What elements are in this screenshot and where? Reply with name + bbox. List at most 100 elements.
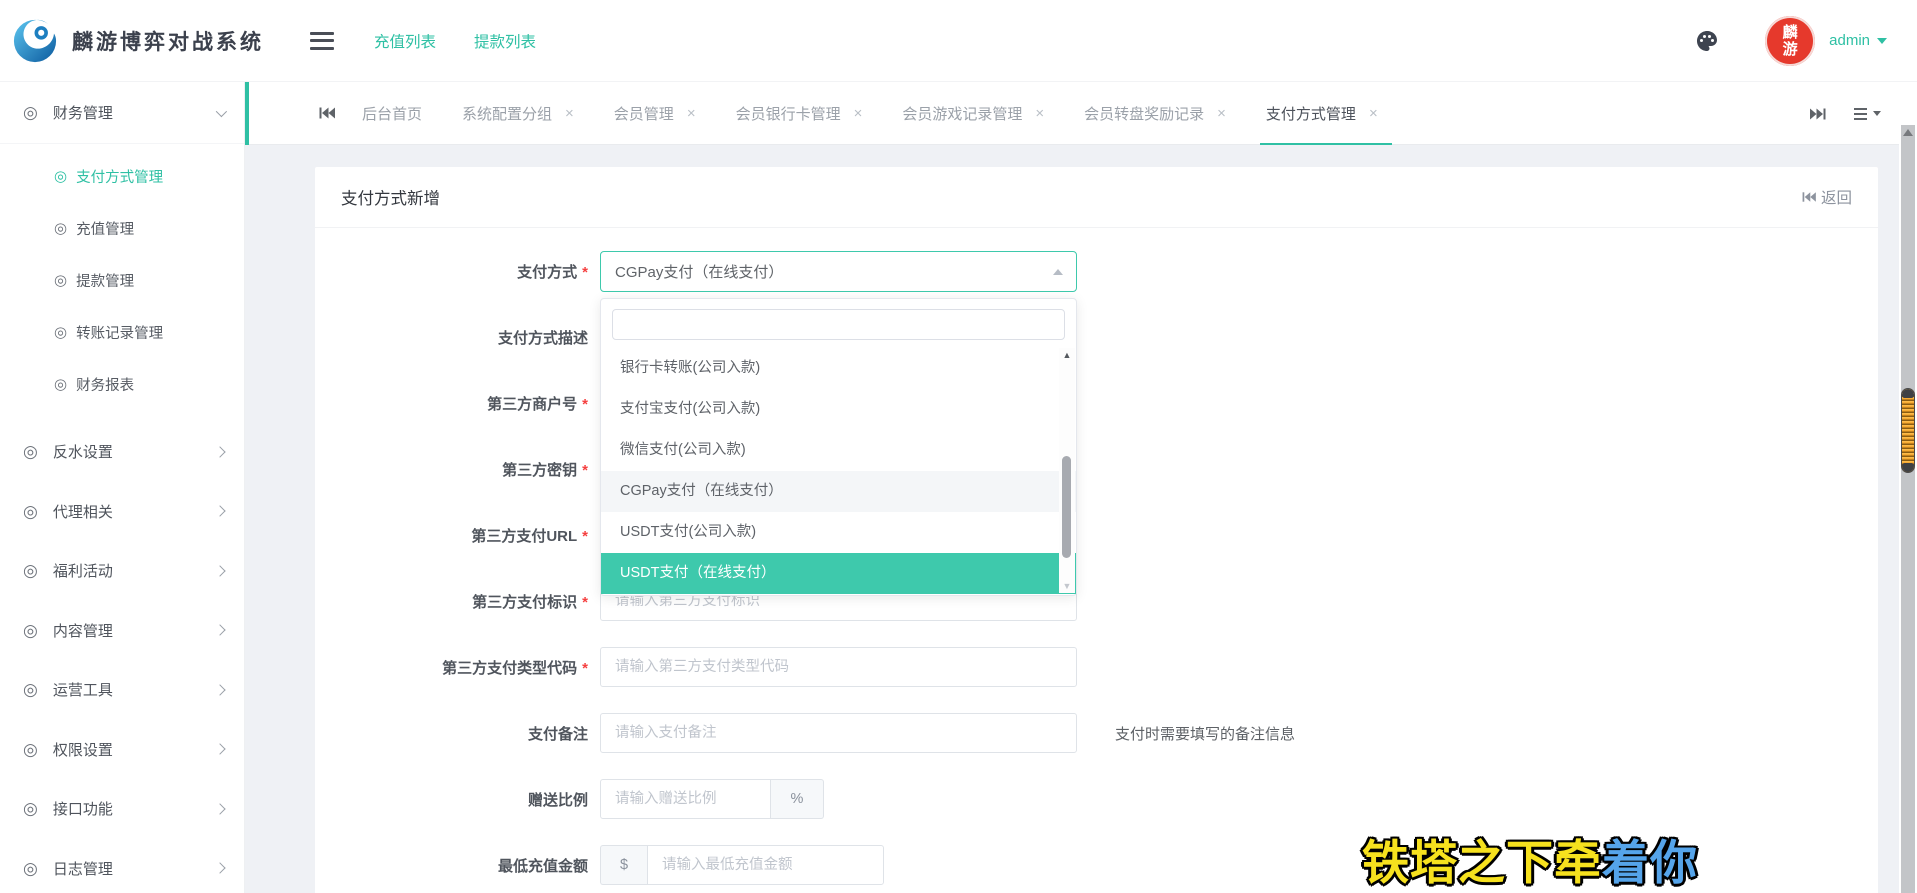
chevron-right-icon — [214, 565, 225, 576]
sidebar-group-welfare[interactable]: ◎ 福利活动 — [0, 541, 244, 601]
sidebar-item-withdraw[interactable]: ◎ 提款管理 — [0, 254, 244, 306]
sidebar-group-finance[interactable]: ◎ 财务管理 — [0, 82, 244, 144]
dropdown-scrollbar[interactable]: ▲ ▼ — [1059, 348, 1075, 593]
tab-member-bankcard[interactable]: 会员银行卡管理 × — [736, 82, 863, 145]
chevron-right-icon — [214, 863, 225, 874]
select-value: CGPay支付（在线支付） — [615, 261, 783, 282]
ring-icon: ◎ — [23, 104, 38, 121]
bonus-ratio-input[interactable] — [600, 779, 771, 819]
tab-accent-line — [245, 82, 249, 145]
close-icon[interactable]: × — [1369, 106, 1378, 121]
tab-list-menu-icon[interactable] — [1854, 107, 1881, 121]
percent-addon: % — [771, 779, 824, 819]
dropdown-option-cgpay[interactable]: CGPay支付（在线支付） — [601, 471, 1076, 512]
theme-palette-icon[interactable] — [1695, 29, 1719, 53]
ring-icon: ◎ — [23, 443, 38, 460]
form-row-description: 支付方式描述 — [315, 317, 1878, 357]
ring-icon: ◎ — [23, 800, 38, 817]
page-scrollbar-track[interactable] — [1901, 125, 1915, 893]
dropdown-option-usdt-online[interactable]: USDT支付（在线支付） — [601, 553, 1076, 594]
pay-remark-hint: 支付时需要填写的备注信息 — [1115, 723, 1295, 744]
sidebar-group-logs[interactable]: ◎ 日志管理 — [0, 839, 244, 893]
chevron-down-icon — [216, 105, 227, 116]
ring-icon: ◎ — [23, 741, 38, 758]
scroll-down-icon[interactable]: ▼ — [1059, 581, 1075, 591]
min-recharge-input[interactable] — [647, 845, 884, 885]
brand-logo-icon — [12, 18, 58, 64]
tab-payment-method[interactable]: 支付方式管理 × — [1266, 82, 1378, 145]
dropdown-option-alipay[interactable]: 支付宝支付(公司入款) — [601, 389, 1076, 430]
tab-system-config-group[interactable]: 系统配置分组 × — [462, 82, 574, 145]
sidebar-item-transfer-records[interactable]: ◎ 转账记录管理 — [0, 306, 244, 358]
form-row-pay-remark: 支付备注 支付时需要填写的备注信息 — [315, 713, 1878, 753]
panel-header: 支付方式新增 返回 — [315, 167, 1878, 228]
user-avatar[interactable]: 麟游 — [1765, 16, 1815, 66]
payment-method-select[interactable]: CGPay支付（在线支付） — [600, 251, 1077, 292]
ring-icon: ◎ — [23, 503, 38, 520]
tab-dashboard[interactable]: 后台首页 — [362, 82, 422, 145]
close-icon[interactable]: × — [1035, 106, 1044, 121]
dropdown-scroll-thumb[interactable] — [1062, 456, 1071, 558]
ring-icon: ◎ — [54, 325, 67, 340]
scroll-up-icon[interactable]: ▲ — [1059, 350, 1075, 360]
payment-method-add-panel: 支付方式新增 返回 支付方式* CGPay支付（在线支付） — [315, 167, 1878, 893]
top-nav-recharge-list[interactable]: 充值列表 — [374, 30, 436, 52]
form-row-merchant-id: 第三方商户号* — [315, 383, 1878, 423]
chevron-right-icon — [214, 506, 225, 517]
tab-member-game-records[interactable]: 会员游戏记录管理 × — [902, 82, 1044, 145]
tab-member-management[interactable]: 会员管理 × — [614, 82, 696, 145]
pay-remark-input[interactable] — [600, 713, 1077, 753]
form-row-pay-type-code: 第三方支付类型代码* — [315, 647, 1878, 687]
page-scrollbar-thumb[interactable] — [1901, 388, 1915, 473]
payment-method-dropdown: 银行卡转账(公司入款) 支付宝支付(公司入款) 微信支付(公司入款) CGPay… — [600, 298, 1077, 596]
dropdown-option-bankcard[interactable]: 银行卡转账(公司入款) — [601, 348, 1076, 389]
sidebar-group-agent[interactable]: ◎ 代理相关 — [0, 482, 244, 542]
tab-bar-right-tools — [1810, 82, 1881, 145]
close-icon[interactable]: × — [1217, 106, 1226, 121]
ring-icon: ◎ — [23, 562, 38, 579]
admin-app: 麟游博弈对战系统 充值列表 提款列表 麟游 admin — [0, 0, 1917, 893]
chevron-right-icon — [214, 684, 225, 695]
close-icon[interactable]: × — [687, 106, 696, 121]
form-row-secret-key: 第三方密钥* — [315, 449, 1878, 489]
sidebar-collapsed-groups: ◎ 反水设置 ◎ 代理相关 ◎ 福利活动 ◎ 内容管理 ◎ 运营工具 — [0, 422, 244, 893]
dropdown-search-input[interactable] — [612, 309, 1065, 340]
ring-icon: ◎ — [23, 622, 38, 639]
last-page-icon[interactable] — [1810, 107, 1826, 121]
close-icon[interactable]: × — [854, 106, 863, 121]
close-icon[interactable]: × — [565, 106, 574, 121]
sidebar-item-payment-method[interactable]: ◎ 支付方式管理 — [0, 150, 244, 202]
dollar-addon: $ — [600, 845, 647, 885]
payment-method-form: 支付方式* CGPay支付（在线支付） 支付方式描述 第三方商户号* — [315, 228, 1878, 885]
chevron-right-icon — [214, 625, 225, 636]
ring-icon: ◎ — [54, 377, 67, 392]
brand-title: 麟游博弈对战系统 — [72, 26, 264, 56]
sidebar-group-permission[interactable]: ◎ 权限设置 — [0, 720, 244, 780]
ring-icon: ◎ — [54, 221, 67, 236]
dropdown-option-wechat[interactable]: 微信支付(公司入款) — [601, 430, 1076, 471]
top-bar-right: 麟游 admin — [1695, 16, 1887, 66]
sidebar-item-recharge[interactable]: ◎ 充值管理 — [0, 202, 244, 254]
back-button[interactable]: 返回 — [1802, 186, 1852, 208]
user-caret-down-icon — [1877, 38, 1887, 44]
form-row-pay-url: 第三方支付URL* — [315, 515, 1878, 555]
top-nav: 充值列表 提款列表 — [374, 30, 536, 52]
sidebar-item-finance-report[interactable]: ◎ 财务报表 — [0, 358, 244, 410]
scrollbar-up-arrow-icon[interactable] — [1903, 129, 1913, 136]
dropdown-option-usdt-company[interactable]: USDT支付(公司入款) — [601, 512, 1076, 553]
sidebar-group-content[interactable]: ◎ 内容管理 — [0, 601, 244, 661]
username-label: admin — [1829, 32, 1870, 49]
page-scrollbar-area — [1899, 82, 1917, 893]
sidebar-group-rebate[interactable]: ◎ 反水设置 — [0, 422, 244, 482]
pay-type-code-input[interactable] — [600, 647, 1077, 687]
ring-icon: ◎ — [23, 681, 38, 698]
collapse-menu-icon[interactable] — [310, 32, 334, 50]
sidebar-group-operation[interactable]: ◎ 运营工具 — [0, 660, 244, 720]
tab-member-wheel-rewards[interactable]: 会员转盘奖励记录 × — [1084, 82, 1226, 145]
first-page-icon[interactable] — [319, 106, 335, 120]
sidebar-submenu-finance: ◎ 支付方式管理 ◎ 充值管理 ◎ 提款管理 ◎ 转账记录管理 ◎ 财务报表 — [0, 144, 244, 422]
sidebar-group-api[interactable]: ◎ 接口功能 — [0, 779, 244, 839]
top-nav-withdraw-list[interactable]: 提款列表 — [474, 30, 536, 52]
user-menu[interactable]: admin — [1829, 32, 1887, 49]
ring-icon: ◎ — [54, 273, 67, 288]
